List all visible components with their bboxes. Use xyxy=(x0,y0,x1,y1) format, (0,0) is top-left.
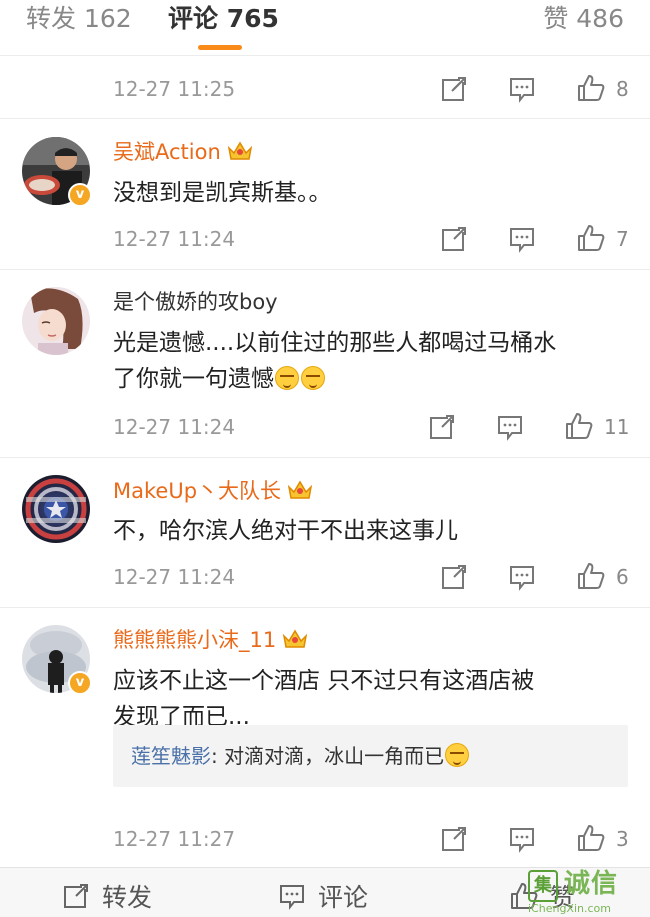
comment-text-line: 应该不止这一个酒店 只不过只有这酒店被 xyxy=(113,668,535,694)
avatar[interactable]: v xyxy=(22,137,92,207)
share-icon[interactable] xyxy=(440,825,468,853)
repost-button[interactable]: 转发 xyxy=(62,882,152,914)
crown-icon xyxy=(287,480,313,499)
tab-comments[interactable]: 评论 765 xyxy=(168,2,279,36)
username[interactable]: MakeUp丶大队长 xyxy=(113,477,313,505)
share-icon xyxy=(64,884,90,908)
share-icon[interactable] xyxy=(440,563,468,591)
comment-text: 光是遗憾....以前住过的那些人都喝过马桶水 了你就一句遗憾 xyxy=(113,325,633,397)
comment-button[interactable]: 评论 xyxy=(278,882,368,914)
laugh-emoji-icon xyxy=(445,743,470,767)
verified-badge-icon: v xyxy=(68,671,92,695)
laugh-emoji-icon xyxy=(275,366,299,390)
avatar[interactable]: v xyxy=(22,625,92,695)
tab-bar: 转发 162 评论 765 赞 486 xyxy=(0,0,650,56)
comment-icon[interactable] xyxy=(508,225,536,253)
comment-icon[interactable] xyxy=(508,563,536,591)
comment-icon[interactable] xyxy=(508,75,536,103)
comment-time: 12-27 11:24 xyxy=(113,415,236,439)
share-icon[interactable] xyxy=(428,413,456,441)
thumbs-up-icon[interactable] xyxy=(577,74,605,102)
comment-text-line-text: 了你就一句遗憾 xyxy=(113,366,274,392)
comment-label: 评论 xyxy=(318,883,369,912)
username[interactable]: 吴斌Action xyxy=(113,138,253,166)
comment-time: 12-27 11:24 xyxy=(113,227,236,251)
comment-icon xyxy=(280,885,304,910)
username-text: 熊熊熊熊小沫_11 xyxy=(113,628,277,652)
thumbs-up-icon[interactable] xyxy=(577,562,605,590)
verified-badge-icon: v xyxy=(68,183,92,207)
comment-icon[interactable] xyxy=(496,413,524,441)
active-tab-indicator xyxy=(198,45,242,50)
watermark-name: 诚信 xyxy=(564,869,619,899)
comment-text: 没想到是凯宾斯基。。 xyxy=(113,180,332,206)
username[interactable]: 是个傲娇的攻boy xyxy=(113,288,278,316)
avatar[interactable] xyxy=(22,287,90,355)
username-text: MakeUp丶大队长 xyxy=(113,479,282,503)
reply-text: : 对滴对滴，冰山一角而已 xyxy=(211,744,445,768)
comment-text: 不，哈尔滨人绝对干不出来这事儿 xyxy=(113,518,458,544)
username-text: 吴斌Action xyxy=(113,140,221,164)
crown-icon xyxy=(283,629,308,648)
like-count: 8 xyxy=(616,77,629,101)
like-count: 3 xyxy=(616,827,629,851)
like-count: 7 xyxy=(616,227,629,251)
comment-time: 12-27 11:24 xyxy=(113,565,236,589)
watermark-logo: 集 xyxy=(528,870,558,902)
avatar[interactable] xyxy=(22,475,90,543)
comment-item: 12-27 11:25 8 xyxy=(0,57,650,119)
like-count: 11 xyxy=(604,415,630,439)
comment-item: v 熊熊熊熊小沫_11 应该不止这一个酒店 只不过只有这酒店被 发现了而已...… xyxy=(0,608,650,867)
comment-text-line: 光是遗憾....以前住过的那些人都喝过马桶水 xyxy=(113,330,557,356)
comment-icon[interactable] xyxy=(508,825,536,853)
tab-likes[interactable]: 赞 486 xyxy=(543,2,624,36)
username-text: 是个傲娇的攻boy xyxy=(113,290,278,314)
comment-text-line: 了你就一句遗憾 xyxy=(113,361,633,397)
tab-reposts[interactable]: 转发 162 xyxy=(26,2,132,36)
thumbs-up-icon[interactable] xyxy=(565,412,593,440)
thumbs-up-icon[interactable] xyxy=(577,824,605,852)
watermark: 集 诚信 iChengXin.com xyxy=(524,866,644,917)
crown-icon xyxy=(227,141,252,160)
share-icon[interactable] xyxy=(440,75,468,103)
comment-item: 是个傲娇的攻boy 光是遗憾....以前住过的那些人都喝过马桶水 了你就一句遗憾… xyxy=(0,270,650,458)
reply-username[interactable]: 莲笙魅影 xyxy=(131,744,211,768)
comment-time: 12-27 11:25 xyxy=(113,77,236,101)
username[interactable]: 熊熊熊熊小沫_11 xyxy=(113,626,308,654)
share-icon[interactable] xyxy=(440,225,468,253)
reply-preview[interactable]: 莲笙魅影: 对滴对滴，冰山一角而已 xyxy=(113,725,628,787)
comment-item: MakeUp丶大队长 不，哈尔滨人绝对干不出来这事儿 12-27 11:24 6 xyxy=(0,458,650,608)
watermark-url: iChengXin.com xyxy=(528,902,611,915)
comment-item: v 吴斌Action 没想到是凯宾斯基。。 12-27 11:24 7 xyxy=(0,119,650,270)
repost-label: 转发 xyxy=(102,883,153,912)
comment-time: 12-27 11:27 xyxy=(113,827,236,851)
thumbs-up-icon[interactable] xyxy=(577,224,605,252)
like-count: 6 xyxy=(616,565,629,589)
laugh-emoji-icon xyxy=(301,366,325,390)
